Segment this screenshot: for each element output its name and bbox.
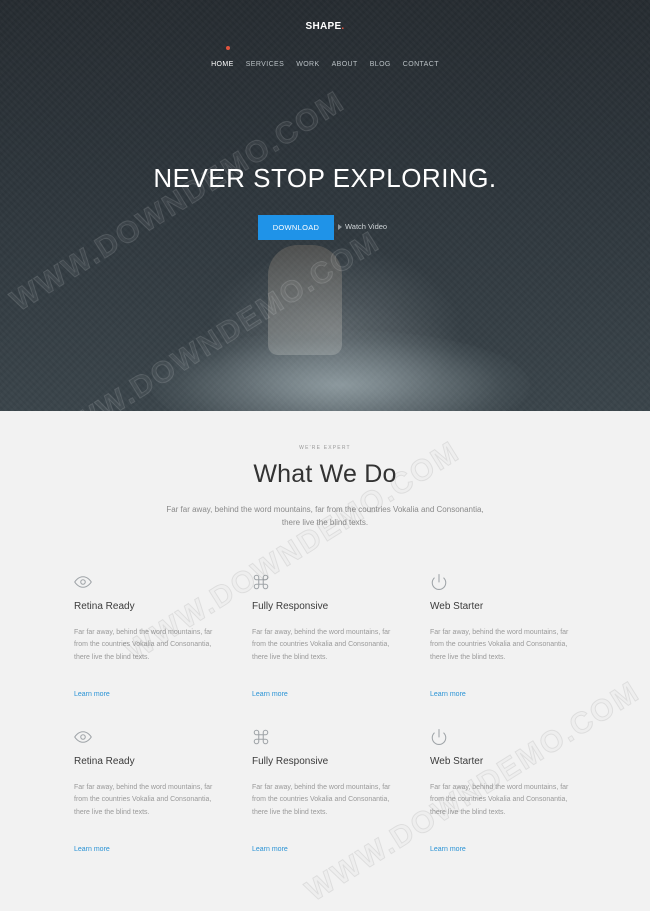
brand-logo[interactable]: SHAPE. [0, 21, 650, 32]
feature-card: Fully Responsive Far far away, behind th… [252, 573, 412, 698]
brand-dot: . [341, 21, 345, 32]
feature-title: Retina Ready [74, 601, 135, 612]
feature-card: Retina Ready Far far away, behind the wo… [74, 573, 234, 698]
learn-more-link[interactable]: Learn more [252, 691, 288, 698]
eye-icon [74, 576, 92, 588]
power-icon [431, 573, 447, 590]
active-nav-indicator [226, 46, 230, 50]
feature-title: Retina Ready [74, 756, 135, 767]
feature-card: Fully Responsive Far far away, behind th… [252, 728, 412, 853]
eye-icon [74, 731, 92, 743]
feature-card: Retina Ready Far far away, behind the wo… [74, 728, 234, 853]
feature-title: Fully Responsive [252, 601, 329, 612]
download-button[interactable]: DOWNLOAD [258, 215, 334, 240]
learn-more-link[interactable]: Learn more [74, 691, 110, 698]
learn-more-link[interactable]: Learn more [430, 846, 466, 853]
watch-video-label: Watch Video [345, 222, 388, 231]
brand-name: SHAPE [305, 21, 342, 32]
learn-more-link[interactable]: Learn more [430, 691, 466, 698]
feature-description: Far far away, behind the word mountains,… [252, 784, 391, 816]
nav-item-contact[interactable]: CONTACT [397, 61, 445, 68]
main-nav: HOME SERVICES WORK ABOUT BLOG CONTACT [0, 61, 650, 68]
section-title: What We Do [253, 460, 397, 488]
feature-description: Far far away, behind the word mountains,… [74, 629, 213, 661]
feature-description: Far far away, behind the word mountains,… [252, 629, 391, 661]
command-icon [253, 729, 269, 745]
nav-item-work[interactable]: WORK [290, 61, 325, 68]
nav-item-services[interactable]: SERVICES [240, 61, 290, 68]
nav-item-blog[interactable]: BLOG [364, 61, 397, 68]
section-eyebrow: WE'RE EXPERT [299, 445, 351, 451]
feature-description: Far far away, behind the word mountains,… [430, 784, 569, 816]
play-icon [338, 223, 342, 230]
nav-item-about[interactable]: ABOUT [326, 61, 364, 68]
section-lead: Far far away, behind the word mountains,… [166, 505, 484, 527]
learn-more-link[interactable]: Learn more [74, 846, 110, 853]
power-icon [431, 728, 447, 745]
watch-video-link[interactable]: Watch Video [338, 222, 387, 231]
feature-description: Far far away, behind the word mountains,… [74, 784, 213, 816]
feature-title: Web Starter [430, 756, 484, 767]
feature-card: Web Starter Far far away, behind the wor… [430, 728, 590, 853]
feature-title: Web Starter [430, 601, 484, 612]
hero-section: SHAPE. HOME SERVICES WORK ABOUT BLOG CON… [0, 0, 650, 411]
feature-title: Fully Responsive [252, 756, 329, 767]
nav-item-home[interactable]: HOME [205, 61, 240, 68]
hero-title: NEVER STOP EXPLORING. [153, 163, 497, 193]
feature-card: Web Starter Far far away, behind the wor… [430, 573, 590, 698]
command-icon [253, 574, 269, 590]
feature-description: Far far away, behind the word mountains,… [430, 629, 569, 661]
learn-more-link[interactable]: Learn more [252, 846, 288, 853]
